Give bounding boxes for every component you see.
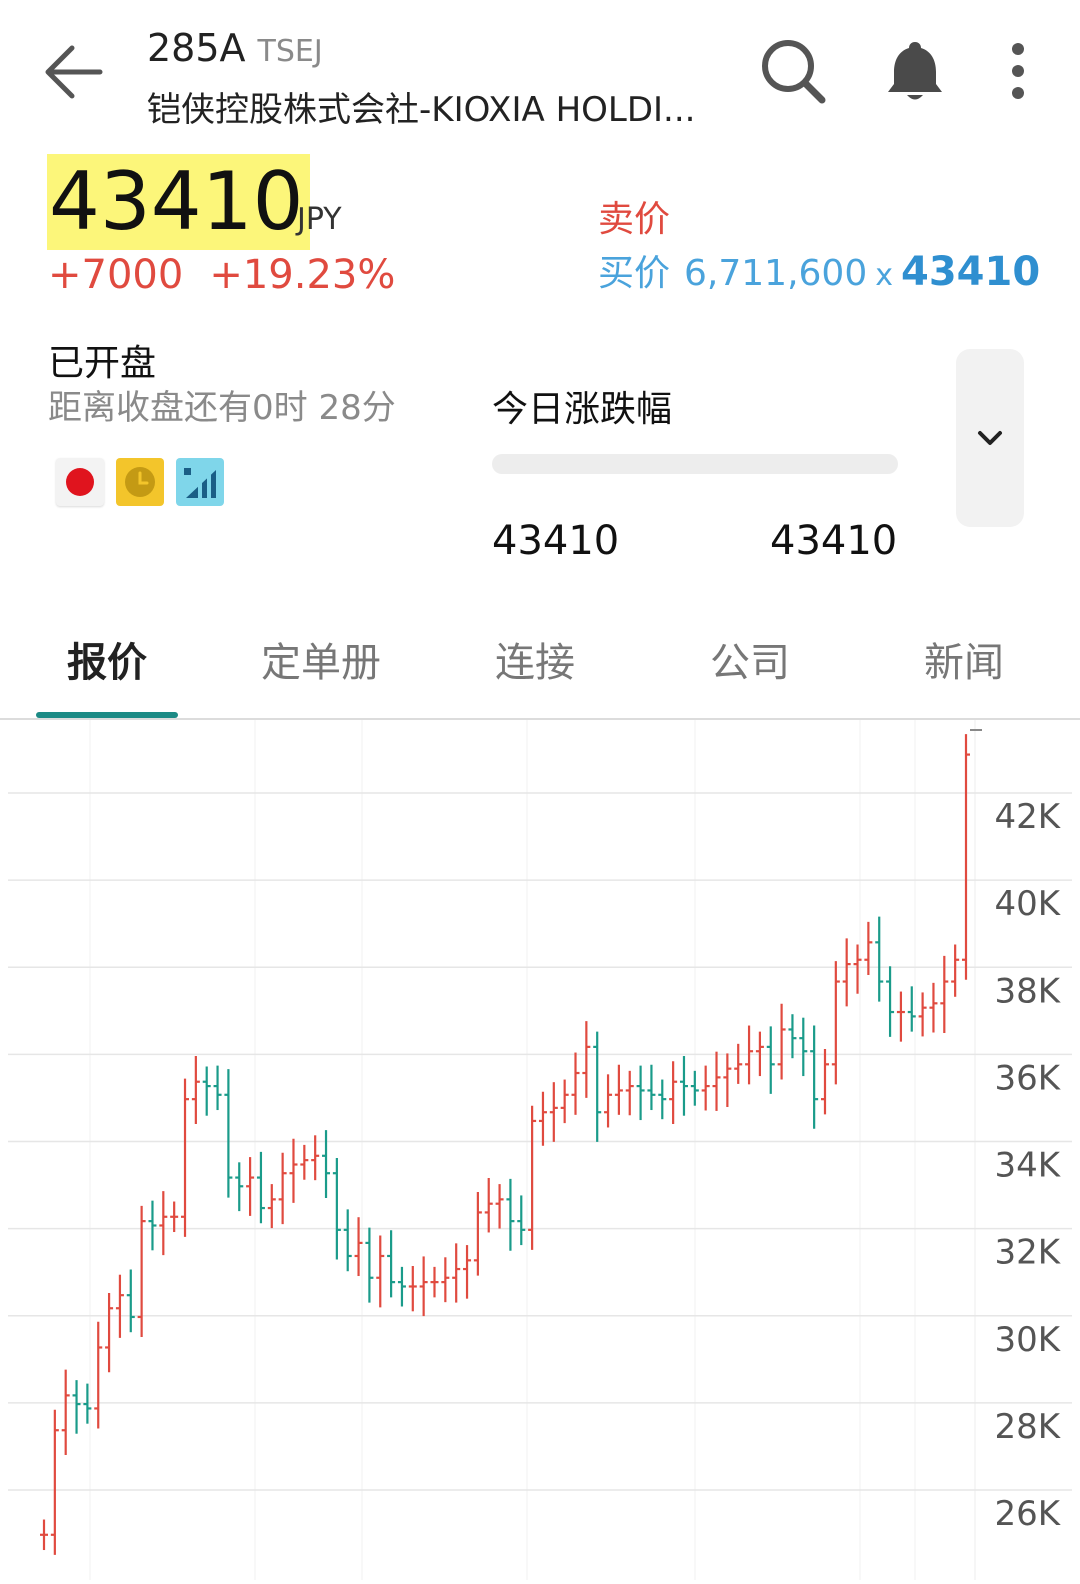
back-button[interactable]	[40, 36, 112, 108]
close-countdown: 距离收盘还有0时 28分	[48, 388, 396, 428]
expand-details-button[interactable]	[956, 349, 1024, 527]
alert-button[interactable]	[880, 36, 950, 106]
day-range-high: 43410	[770, 518, 898, 564]
search-button[interactable]	[758, 36, 828, 106]
tab-bar: 报价 定单册 连接 公司 新闻	[0, 600, 1080, 720]
price-change: +7000	[48, 252, 184, 298]
y-axis-label: 42K	[994, 797, 1061, 837]
market-status: 已开盘	[48, 343, 157, 384]
signal-chart-icon	[176, 458, 224, 506]
bell-icon	[888, 42, 942, 100]
y-axis-label: 38K	[994, 971, 1061, 1011]
currency: JPY	[297, 202, 342, 237]
y-axis-label: 26K	[994, 1494, 1061, 1534]
price-change-percent: +19.23%	[209, 252, 396, 298]
bid-label: 买价	[598, 253, 671, 294]
day-range-title: 今日涨跌幅	[492, 389, 673, 430]
y-axis-label: 34K	[994, 1146, 1061, 1186]
y-axis-label: 36K	[994, 1058, 1061, 1098]
y-axis-label: 40K	[994, 884, 1061, 924]
exchange-code: TSEJ	[257, 34, 323, 69]
price-chart-svg: 42K 40K 38K 36K 34K 32K 30K 28K 26K	[8, 720, 1072, 1580]
price-highlight: 43410	[47, 154, 310, 250]
tab-company[interactable]: 公司	[710, 630, 790, 688]
ask-label: 卖价	[598, 199, 671, 240]
tab-quote[interactable]: 报价	[67, 630, 147, 688]
more-options-button[interactable]	[995, 36, 1041, 106]
chevron-down-icon	[978, 431, 1002, 445]
y-axis-label: 32K	[994, 1233, 1061, 1273]
day-range-bar	[492, 454, 898, 474]
tab-active-indicator	[36, 712, 178, 718]
ticker-row: 285A TSEJ	[147, 26, 323, 70]
y-axis-label: 30K	[994, 1320, 1061, 1360]
tab-links[interactable]: 连接	[495, 630, 575, 688]
last-price: 43410	[49, 155, 304, 248]
tab-order-book[interactable]: 定单册	[261, 630, 381, 688]
company-name: 铠侠控股株式会社-KIOXIA HOLDI...	[147, 90, 696, 130]
day-range-low: 43410	[492, 518, 620, 564]
bid-price: 43410	[901, 249, 1041, 295]
more-vertical-icon	[1012, 43, 1024, 99]
price-change-row: +7000 +19.23%	[48, 252, 395, 298]
tab-news[interactable]: 新闻	[924, 630, 1004, 688]
bid-separator: x	[875, 258, 893, 293]
bid-size: 6,711,600	[684, 253, 868, 294]
search-icon	[762, 40, 826, 104]
ticker-symbol: 285A	[147, 26, 246, 70]
price-chart[interactable]: 42K 40K 38K 36K 34K 32K 30K 28K 26K	[0, 720, 1080, 1580]
y-axis-label: 28K	[994, 1407, 1061, 1447]
bid-row: 买价 6,711,600 x 43410	[598, 244, 1040, 296]
arrow-left-icon	[45, 45, 103, 99]
japan-flag-icon	[56, 458, 104, 506]
clock-icon	[116, 458, 164, 506]
